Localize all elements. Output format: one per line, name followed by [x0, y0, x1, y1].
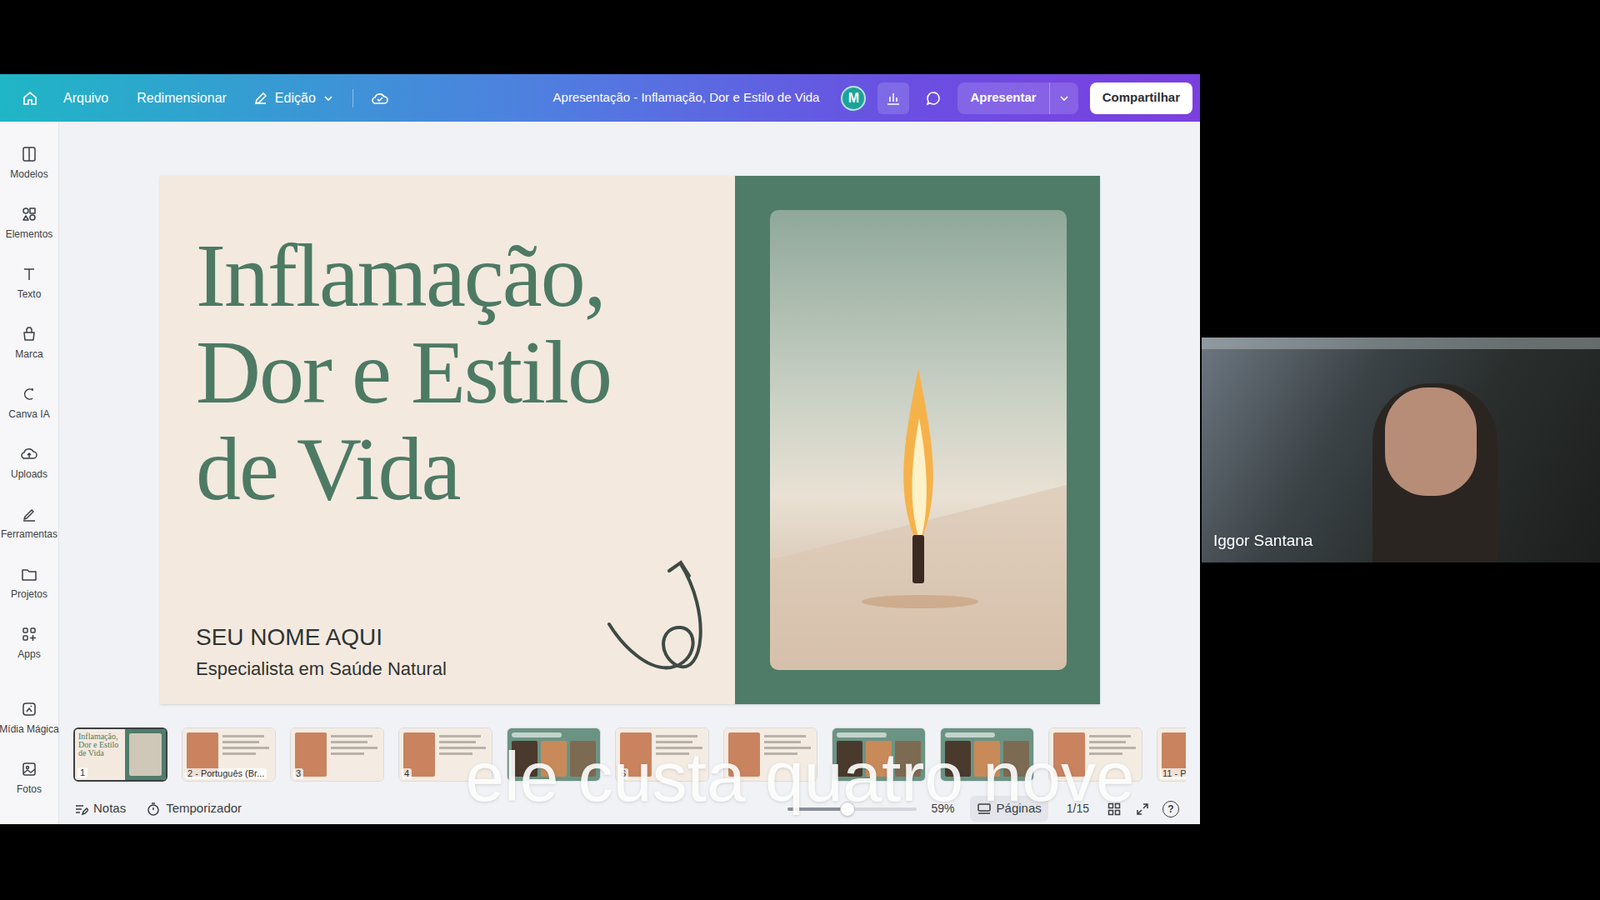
menu-item[interactable]: Redimensionar [136, 88, 227, 109]
sidebar-item[interactable]: Uploads [0, 438, 60, 499]
sidebar-item-icon [20, 760, 39, 779]
sidebar-item[interactable]: Canva IA [0, 378, 60, 439]
candle-illustration[interactable] [770, 210, 1067, 670]
slide[interactable]: Inflamação,Dor e Estilode Vida SEU NOME … [160, 175, 1100, 705]
sidebar-item[interactable]: Apps [0, 618, 60, 679]
present-options-chevron-icon[interactable] [1050, 92, 1079, 105]
slide-title[interactable]: Inflamação,Dor e Estilode Vida [195, 227, 735, 518]
thumbnail-label: 11 - Po [1160, 768, 1186, 780]
notes-button[interactable]: Notas [73, 799, 126, 819]
page-thumbnail[interactable]: Inflamação, Dor e Estilo de Vida 1 [73, 727, 168, 782]
timer-button[interactable]: Temporizador [145, 799, 242, 819]
page-thumbnail[interactable]: 2 - Português (Br... [181, 727, 276, 782]
participant-video: Iggor Santana [1201, 337, 1600, 563]
thumbnail-title: Inflamação, Dor e Estilo de Vida [78, 732, 122, 758]
help-button[interactable]: ? [1162, 800, 1180, 818]
canva-window: Arquivo Redimensionar Edição Apresentação… [0, 74, 1200, 825]
comment-icon[interactable] [917, 82, 950, 115]
sidebar-item[interactable]: Mídia Mágica [0, 693, 60, 754]
swirl-arrow-icon [605, 554, 716, 676]
sidebar: ModelosElementosTextoMarcaCanva IAUpload… [0, 121, 60, 825]
sidebar-item-icon [20, 505, 39, 524]
editor-area: Inflamação,Dor e Estilode Vida SEU NOME … [59, 121, 1200, 825]
sidebar-item[interactable]: Elementos [0, 198, 60, 259]
thumbnail-label: 1 [77, 767, 88, 779]
thumbnail-label: 3 [293, 768, 304, 780]
sidebar-item-icon [20, 625, 39, 644]
insights-chart-icon[interactable] [877, 82, 910, 115]
sidebar-item[interactable]: Fotos [0, 753, 60, 814]
thumbnail-label: 2 - Português (Br... [185, 768, 267, 780]
top-bar: Arquivo Redimensionar Edição Apresentação… [0, 74, 1200, 122]
author-name[interactable]: SEU NOME AQUI [195, 623, 735, 652]
author-role[interactable]: Especialista em Saúde Natural [195, 656, 735, 682]
edit-menu[interactable]: Edição [253, 88, 335, 109]
page-thumbnail[interactable]: 11 - Po [1156, 727, 1186, 782]
sidebar-item-icon [20, 265, 39, 284]
cloud-save-icon[interactable] [370, 88, 390, 109]
sidebar-item-icon [20, 445, 39, 464]
sidebar-item[interactable]: Ferramentas [0, 498, 60, 559]
sidebar-item-icon [20, 145, 39, 164]
sidebar-item[interactable]: Projetos [0, 558, 60, 619]
page-thumbnail[interactable]: 3 [290, 727, 385, 782]
user-avatar[interactable]: M [840, 85, 866, 111]
present-button[interactable]: Apresentar [957, 88, 1049, 108]
sidebar-item[interactable]: Texto [0, 258, 60, 319]
menu-item[interactable]: Arquivo [63, 88, 109, 109]
sidebar-item-icon [20, 325, 39, 344]
title-line[interactable]: Dor e Estilo [195, 324, 735, 421]
thumbnail-label: 4 [401, 768, 412, 780]
share-button[interactable]: Compartilhar [1090, 82, 1193, 115]
title-line[interactable]: de Vida [195, 420, 735, 518]
document-title[interactable]: Apresentação - Inflamação, Dor e Estilo … [553, 88, 820, 108]
title-line[interactable]: Inflamação, [195, 227, 735, 325]
sidebar-item-icon [20, 385, 39, 404]
home-icon[interactable] [21, 90, 39, 107]
participant-name: Iggor Santana [1213, 529, 1313, 554]
fullscreen-icon[interactable] [1134, 800, 1151, 818]
sidebar-item[interactable]: Marca [0, 318, 60, 379]
sidebar-item-icon [20, 700, 39, 719]
sidebar-item[interactable]: Modelos [0, 138, 60, 199]
caption: ele custa quatro nove [0, 741, 1600, 812]
sidebar-item-icon [20, 205, 39, 224]
sidebar-item-icon [20, 565, 39, 584]
